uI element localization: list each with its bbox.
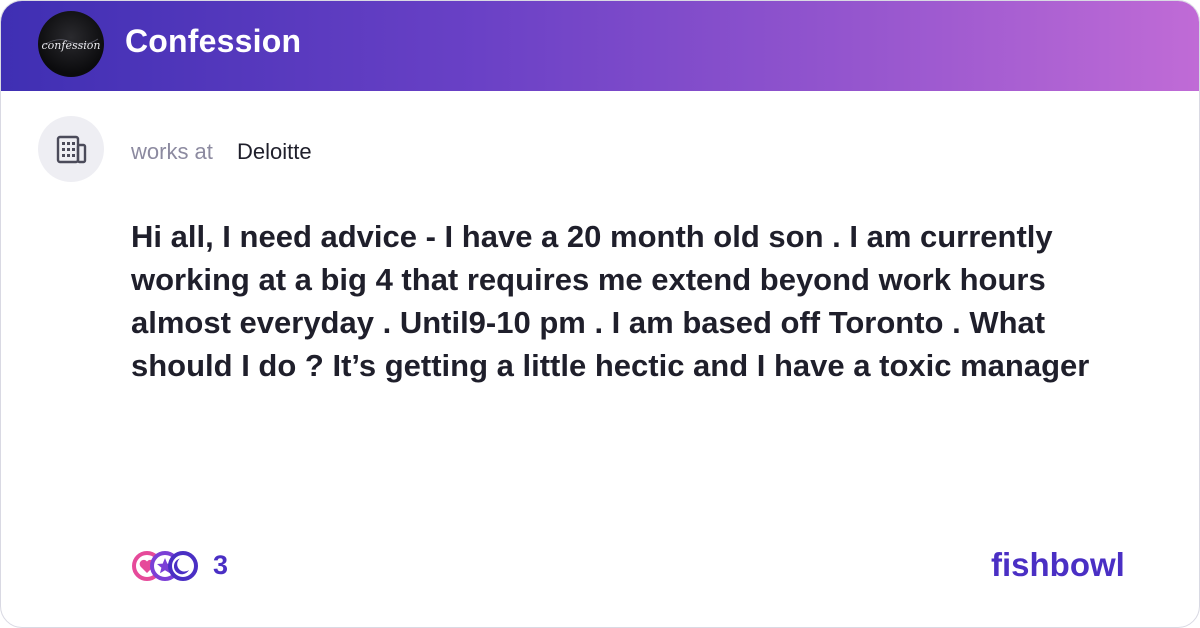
post-text: Hi all, I need advice - I have a 20 mont… bbox=[131, 219, 1090, 383]
post-card: confession Confession works at Deloitte … bbox=[0, 0, 1200, 628]
reaction-icons bbox=[132, 551, 198, 581]
bowl-header: confession Confession bbox=[1, 1, 1199, 91]
company-name[interactable]: Deloitte bbox=[237, 139, 312, 165]
building-icon bbox=[56, 135, 87, 164]
bowl-name[interactable]: Confession bbox=[125, 23, 301, 60]
works-at-label: works at bbox=[131, 139, 213, 164]
moon-reaction-icon bbox=[168, 551, 198, 581]
fishbowl-logo[interactable]: fishbowl bbox=[991, 546, 1125, 584]
company-avatar bbox=[38, 116, 104, 182]
reaction-count: 3 bbox=[213, 550, 229, 580]
confession-logo-icon: confession bbox=[42, 38, 101, 52]
bowl-avatar[interactable]: confession bbox=[38, 11, 104, 77]
avatar-text: confession bbox=[42, 39, 101, 52]
